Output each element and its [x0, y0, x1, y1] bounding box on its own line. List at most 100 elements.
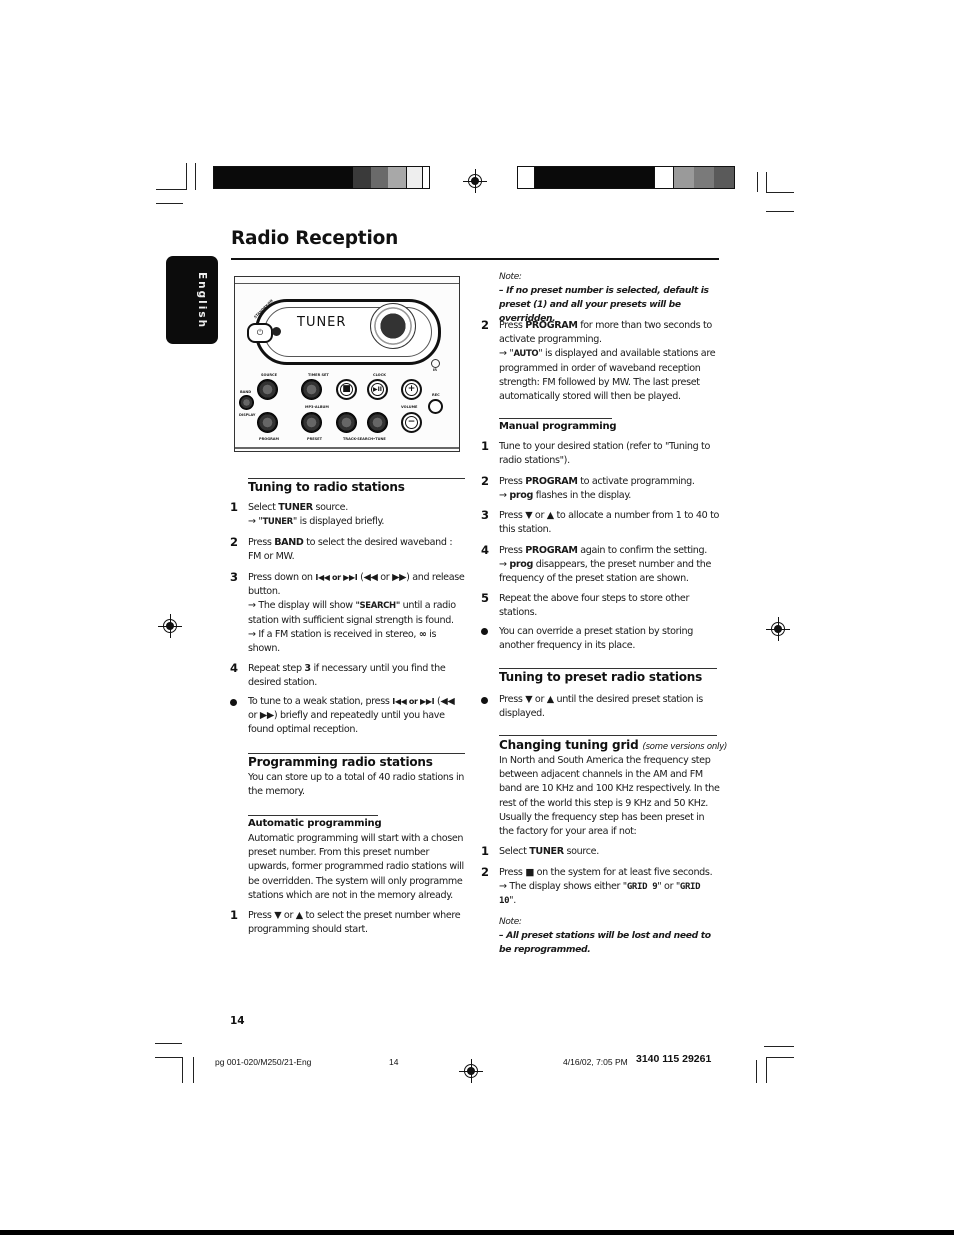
step-number: 2 — [481, 865, 490, 879]
crop-mark — [757, 172, 758, 192]
manual-override-tip: You can override a preset station by sto… — [499, 626, 694, 652]
band-button[interactable] — [239, 395, 254, 410]
label-preset: PRESET — [307, 437, 322, 441]
source-button[interactable] — [257, 379, 278, 400]
step-number: 1 — [481, 844, 490, 858]
section-divider — [499, 735, 717, 736]
rec-button[interactable] — [428, 399, 443, 414]
label-program: PROGRAM — [259, 437, 279, 441]
label-band: BAND — [240, 390, 252, 394]
manual-step-5: Repeat the above four steps to store oth… — [499, 593, 690, 619]
volume-up-button[interactable]: + — [401, 379, 422, 400]
ir-sensor-icon — [431, 359, 440, 368]
manual-step-2: Press PROGRAM to activate programming. →… — [499, 476, 695, 502]
crop-mark — [766, 172, 767, 192]
step-number: 2 — [481, 318, 490, 332]
label-source: SOURCE — [261, 373, 277, 377]
preset-tuning-tip: Press ▼ or ▲ until the desired preset st… — [499, 694, 703, 720]
step-number: 1 — [230, 908, 239, 922]
heading-preset-tuning: Tuning to preset radio stations — [499, 670, 703, 684]
antenna-icon — [272, 327, 281, 336]
manual-step-3: Press ▼ or ▲ to allocate a number from 1… — [499, 510, 720, 536]
label-clock: CLOCK — [373, 373, 386, 377]
label-ir: IR — [433, 368, 437, 372]
page-title: Radio Reception — [231, 228, 399, 249]
next-track-button[interactable] — [367, 412, 388, 433]
grid-step-2: Press ■ on the system for at least five … — [499, 867, 713, 907]
label-rec: REC — [432, 393, 440, 397]
footer-file-info: pg 001-020/M250/21-Eng — [215, 1057, 312, 1067]
crop-mark — [766, 1057, 794, 1058]
heading-programming: Programming radio stations — [248, 755, 433, 769]
footer-page-number: 14 — [389, 1057, 399, 1067]
section-divider — [499, 418, 612, 419]
language-tab-label: English — [196, 272, 208, 330]
tuning-step-1: Select TUNER source. → "TUNER" is displa… — [248, 502, 385, 528]
timer-set-button[interactable] — [301, 379, 322, 400]
section-divider — [248, 753, 465, 754]
manual-step-1: Tune to your desired station (refer to "… — [499, 441, 710, 467]
scan-edge-bar — [0, 1230, 954, 1235]
crop-mark — [156, 203, 183, 204]
tuning-grid-body: In North and South America the frequency… — [499, 755, 720, 838]
crop-mark — [155, 1057, 183, 1058]
registration-mark-icon — [463, 169, 487, 193]
preset-button[interactable] — [301, 412, 322, 433]
step-number: 2 — [481, 474, 490, 488]
footer-product-code: 3140 115 29261 — [636, 1053, 712, 1065]
bullet-icon — [481, 628, 488, 635]
illustration-border — [235, 447, 459, 449]
label-mp3-album: MP3-ALBUM — [305, 405, 329, 409]
page-number: 14 — [230, 1015, 245, 1027]
color-bar-right — [517, 166, 735, 189]
crop-mark — [195, 163, 196, 190]
step-number: 1 — [230, 500, 239, 514]
crop-mark — [764, 1046, 794, 1047]
crop-mark — [155, 1043, 182, 1044]
section-divider — [248, 815, 378, 816]
previous-track-button[interactable] — [336, 412, 357, 433]
step-number: 5 — [481, 591, 490, 605]
step-number: 1 — [481, 439, 490, 453]
crop-mark — [182, 1057, 183, 1083]
illustration-border — [235, 283, 459, 284]
section-divider — [248, 478, 465, 479]
device-illustration: STANDBY-ON TUNER ⏻ IR SOURCE TIMER SET C… — [234, 276, 460, 452]
standby-button[interactable]: ⏻ — [247, 323, 273, 343]
stop-button[interactable]: ■ — [336, 379, 357, 400]
automatic-programming-body: Automatic programming will start with a … — [248, 833, 464, 901]
color-bar-left — [213, 166, 430, 189]
programming-intro: You can store up to a total of 40 radio … — [248, 772, 465, 798]
label-track-search: TRACK-SEARCH•TUNE — [343, 437, 386, 441]
heading-automatic-programming: Automatic programming — [248, 818, 382, 829]
heading-tuning: Tuning to radio stations — [248, 480, 405, 494]
bullet-icon — [230, 699, 237, 706]
step-number: 4 — [481, 543, 490, 557]
crop-mark — [766, 192, 794, 193]
note-label: Note: — [499, 272, 522, 282]
label-volume: VOLUME — [401, 405, 418, 409]
crop-mark — [193, 1057, 194, 1083]
bullet-icon — [481, 697, 488, 704]
automatic-step-2: Press PROGRAM for more than two seconds … — [499, 320, 716, 403]
volume-down-button[interactable]: − — [401, 412, 422, 433]
step-number: 3 — [481, 508, 490, 522]
label-timer-set: TIMER SET — [308, 373, 329, 377]
play-pause-button[interactable]: ▶II — [367, 379, 388, 400]
program-button[interactable] — [257, 412, 278, 433]
tuning-step-2: Press BAND to select the desired waveban… — [248, 537, 453, 563]
registration-mark-icon — [158, 614, 182, 638]
section-divider — [499, 668, 717, 669]
heading-manual-programming: Manual programming — [499, 421, 617, 432]
registration-mark-icon — [459, 1059, 483, 1083]
crop-mark — [766, 211, 794, 212]
note-presets-lost: – All preset stations will be lost and n… — [499, 930, 711, 956]
tuning-step-4: Repeat step 3 if necessary until you fin… — [248, 663, 446, 689]
step-number: 4 — [230, 661, 239, 675]
crop-mark — [766, 1057, 767, 1083]
step-number: 3 — [230, 570, 239, 584]
crop-mark — [186, 163, 187, 190]
heading-tuning-grid: Changing tuning grid (some versions only… — [499, 738, 728, 752]
display-text: TUNER — [297, 315, 347, 330]
title-divider — [231, 258, 719, 260]
